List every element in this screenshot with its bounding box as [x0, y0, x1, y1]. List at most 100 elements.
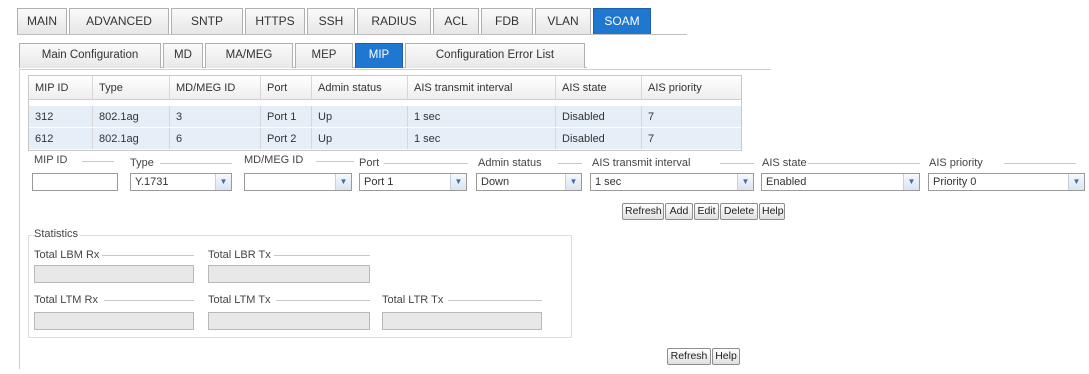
label-ais-transmit-interval: AIS transmit interval [592, 157, 691, 169]
col-ais-priority[interactable]: AIS priority [642, 76, 742, 99]
cell-ais-priority: 7 [648, 133, 655, 145]
type-select-value: Y.1731 [135, 176, 169, 188]
port-select[interactable]: Port 1 ▼ [359, 173, 467, 191]
ais-priority-select-value: Priority 0 [933, 176, 977, 188]
tab-https[interactable]: HTTPS [245, 8, 305, 34]
col-md-meg-id[interactable]: MD/MEG ID [170, 76, 261, 99]
label-rule [82, 161, 114, 162]
label-rule [448, 300, 542, 301]
refresh-button[interactable]: Refresh [622, 203, 664, 220]
chevron-down-icon[interactable]: ▼ [565, 174, 581, 190]
col-mip-id[interactable]: MIP ID [29, 76, 93, 99]
total-ltm-tx-field [208, 312, 370, 330]
label-rule [1004, 163, 1076, 164]
col-type[interactable]: Type [93, 76, 170, 99]
tab-advanced[interactable]: ADVANCED [69, 8, 169, 34]
delete-button[interactable]: Delete [720, 203, 758, 220]
label-rule [276, 300, 370, 301]
col-ais-state[interactable]: AIS state [556, 76, 642, 99]
tab-radius[interactable]: RADIUS [357, 8, 431, 34]
tab-configuration-error-list[interactable]: Configuration Error List [405, 43, 585, 68]
mip-table: MIP ID Type MD/MEG ID Port Admin status … [28, 75, 742, 151]
label-rule [104, 300, 194, 301]
chevron-down-icon[interactable]: ▼ [215, 174, 231, 190]
table-header: MIP ID Type MD/MEG ID Port Admin status … [29, 76, 741, 100]
content-top-border [19, 69, 771, 70]
label-rule [102, 255, 194, 256]
md-meg-id-select[interactable]: ▼ [244, 173, 352, 191]
label-rule [274, 255, 370, 256]
mip-id-input[interactable] [32, 173, 118, 191]
label-total-lbm-rx: Total LBM Rx [34, 249, 100, 261]
type-select[interactable]: Y.1731 ▼ [130, 173, 232, 191]
chevron-down-icon[interactable]: ▼ [737, 174, 753, 190]
tab-fdb[interactable]: FDB [481, 8, 533, 34]
cell-mip-id: 612 [29, 128, 93, 149]
cell-md-meg-id: 3 [170, 106, 261, 127]
top-tab-bar: MAIN ADVANCED SNTP HTTPS SSH RADIUS ACL … [17, 5, 687, 35]
tab-mip[interactable]: MIP [355, 43, 403, 68]
tab-vlan[interactable]: VLAN [535, 8, 591, 34]
label-ais-state: AIS state [762, 157, 807, 169]
ais-state-select[interactable]: Enabled ▼ [761, 173, 920, 191]
bottom-help-button[interactable]: Help [712, 348, 740, 365]
help-button[interactable]: Help [759, 203, 785, 220]
tab-ssh[interactable]: SSH [307, 8, 355, 34]
label-total-ltr-tx: Total LTR Tx [382, 294, 444, 306]
total-ltm-rx-field [34, 312, 194, 330]
cell-mip-id: 312 [29, 106, 93, 127]
cell-ais-priority: 7 [648, 111, 655, 123]
ais-priority-select[interactable]: Priority 0 ▼ [928, 173, 1085, 191]
tab-ma-meg[interactable]: MA/MEG [205, 43, 293, 68]
statistics-title: Statistics [34, 228, 81, 240]
cell-port: Port 1 [261, 106, 312, 127]
add-button[interactable]: Add [665, 203, 693, 220]
tab-main[interactable]: MAIN [17, 8, 67, 34]
cell-admin-status: Up [312, 128, 408, 149]
chevron-down-icon[interactable]: ▼ [1068, 174, 1084, 190]
col-admin-status[interactable]: Admin status [312, 76, 408, 99]
chevron-down-icon[interactable]: ▼ [450, 174, 466, 190]
label-total-ltm-tx: Total LTM Tx [208, 294, 271, 306]
cell-md-meg-id: 6 [170, 128, 261, 149]
tab-mep[interactable]: MEP [295, 43, 353, 68]
table-row[interactable]: 312 802.1ag 3 Port 1 Up 1 sec Disabled 7 [29, 106, 741, 127]
chevron-down-icon[interactable]: ▼ [903, 174, 919, 190]
label-total-lbr-tx: Total LBR Tx [208, 249, 271, 261]
tab-soam[interactable]: SOAM [593, 8, 651, 34]
ais-transmit-interval-select-value: 1 sec [595, 176, 622, 188]
tab-acl[interactable]: ACL [433, 8, 479, 34]
chevron-down-icon[interactable]: ▼ [335, 174, 351, 190]
cell-ais-transmit-interval: 1 sec [408, 128, 556, 149]
label-admin-status: Admin status [478, 157, 542, 169]
sub-tab-bar: Main Configuration MD MA/MEG MEP MIP Con… [19, 40, 587, 68]
label-rule [808, 163, 920, 164]
edit-button[interactable]: Edit [694, 203, 719, 220]
tab-main-configuration[interactable]: Main Configuration [19, 43, 161, 68]
label-total-ltm-rx: Total LTM Rx [34, 294, 98, 306]
content-left-border [19, 69, 20, 369]
table-row[interactable]: 612 802.1ag 6 Port 2 Up 1 sec Disabled 7 [29, 128, 741, 149]
admin-status-select[interactable]: Down ▼ [476, 173, 582, 191]
bottom-refresh-button[interactable]: Refresh [667, 348, 711, 365]
admin-status-select-value: Down [481, 176, 510, 188]
col-ais-transmit-interval[interactable]: AIS transmit interval [408, 76, 556, 99]
label-type: Type [130, 157, 154, 169]
cell-ais-state: Disabled [556, 128, 642, 149]
cell-admin-status: Up [312, 106, 408, 127]
col-port[interactable]: Port [261, 76, 312, 99]
total-lbr-tx-field [208, 265, 370, 283]
ais-transmit-interval-select[interactable]: 1 sec ▼ [590, 173, 754, 191]
label-rule [316, 161, 354, 162]
total-lbm-rx-field [34, 265, 194, 283]
label-mip-id: MIP ID [34, 154, 68, 166]
tab-sntp[interactable]: SNTP [171, 8, 243, 34]
label-md-meg-id: MD/MEG ID [244, 154, 304, 166]
total-ltr-tx-field [382, 312, 542, 330]
tab-md[interactable]: MD [163, 43, 203, 68]
ais-state-select-value: Enabled [766, 176, 807, 188]
cell-port: Port 2 [261, 128, 312, 149]
label-ais-priority: AIS priority [929, 157, 983, 169]
port-select-value: Port 1 [364, 176, 394, 188]
cell-ais-state: Disabled [556, 106, 642, 127]
